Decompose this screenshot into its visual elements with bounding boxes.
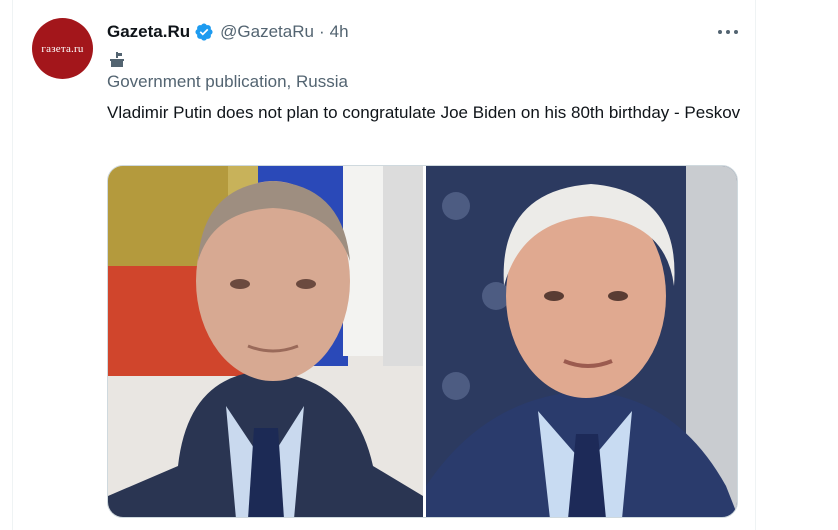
verified-badge-icon (194, 22, 214, 42)
photo-putin[interactable] (108, 166, 423, 517)
author-name[interactable]: Gazeta.Ru (107, 22, 190, 42)
dot-separator: · (318, 22, 325, 41)
timestamp[interactable]: 4h (330, 22, 349, 42)
tweet-media[interactable] (107, 165, 738, 518)
government-podium-icon (108, 51, 126, 69)
avatar[interactable]: газета.ru (32, 18, 93, 79)
author-handle[interactable]: @GazetaRu (220, 22, 314, 42)
more-options-icon[interactable] (713, 18, 743, 46)
photo-biden[interactable] (426, 166, 737, 517)
tweet-text: Vladimir Putin does not plan to congratu… (107, 103, 741, 122)
avatar-logo-text: газета.ru (41, 42, 84, 55)
affiliation-label[interactable]: Government publication, Russia (107, 72, 348, 92)
tweet-card[interactable]: газета.ru Gazeta.Ru @GazetaRu · 4h Gover… (12, 0, 756, 530)
tweet-header: Gazeta.Ru @GazetaRu · 4h (107, 20, 349, 44)
